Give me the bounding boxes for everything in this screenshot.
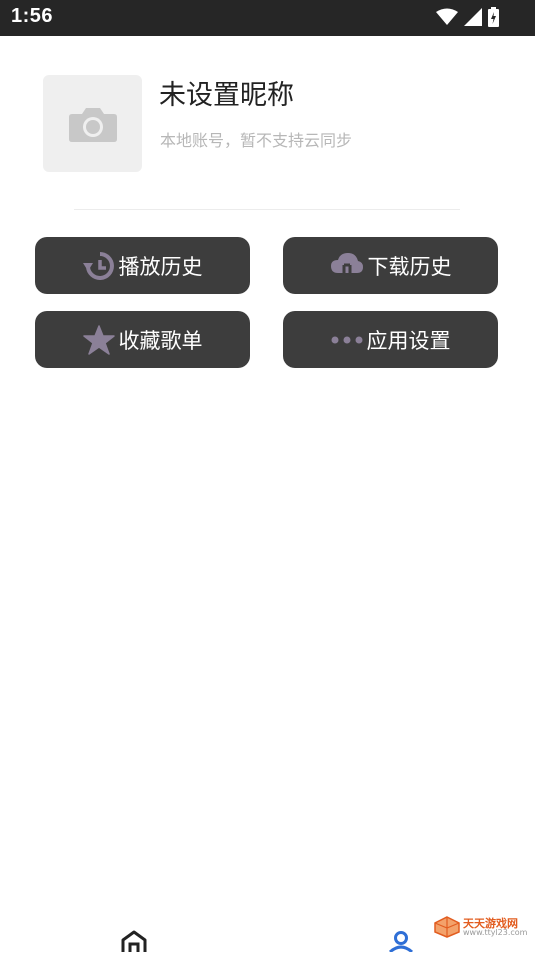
home-icon	[121, 930, 147, 952]
watermark-title: 天天游戏网	[463, 916, 518, 930]
play-history-button[interactable]: 播放历史	[35, 237, 250, 294]
watermark: 天天游戏网 www.ttyl23.com	[434, 916, 527, 938]
user-icon	[388, 931, 414, 954]
star-icon	[82, 324, 115, 355]
nav-home[interactable]	[120, 930, 148, 956]
avatar[interactable]	[43, 75, 142, 172]
watermark-logo-icon	[434, 916, 460, 938]
status-icons	[436, 7, 499, 27]
app-settings-label: 应用设置	[366, 328, 451, 353]
download-history-button[interactable]: 下载历史	[283, 237, 498, 294]
status-bar: 1:56	[0, 0, 535, 36]
app-settings-button[interactable]: 应用设置	[283, 311, 498, 368]
nickname[interactable]: 未设置昵称	[159, 73, 294, 112]
watermark-url: www.ttyl23.com	[463, 927, 528, 937]
account-subtitle: 本地账号，暂不支持云同步	[160, 131, 353, 150]
favorite-playlist-button[interactable]: 收藏歌单	[35, 311, 250, 368]
nav-user[interactable]	[388, 930, 414, 956]
wifi-icon	[436, 8, 458, 25]
cloud-download-icon	[330, 251, 364, 281]
battery-icon	[488, 7, 499, 27]
history-icon	[82, 251, 115, 281]
play-history-label: 播放历史	[118, 254, 203, 279]
favorite-playlist-label: 收藏歌单	[118, 328, 203, 353]
status-time: 1:56	[11, 5, 54, 27]
more-dots-icon	[331, 335, 363, 345]
download-history-label: 下载历史	[367, 254, 452, 279]
divider	[74, 209, 460, 210]
camera-icon	[68, 107, 117, 142]
signal-icon	[464, 8, 482, 26]
